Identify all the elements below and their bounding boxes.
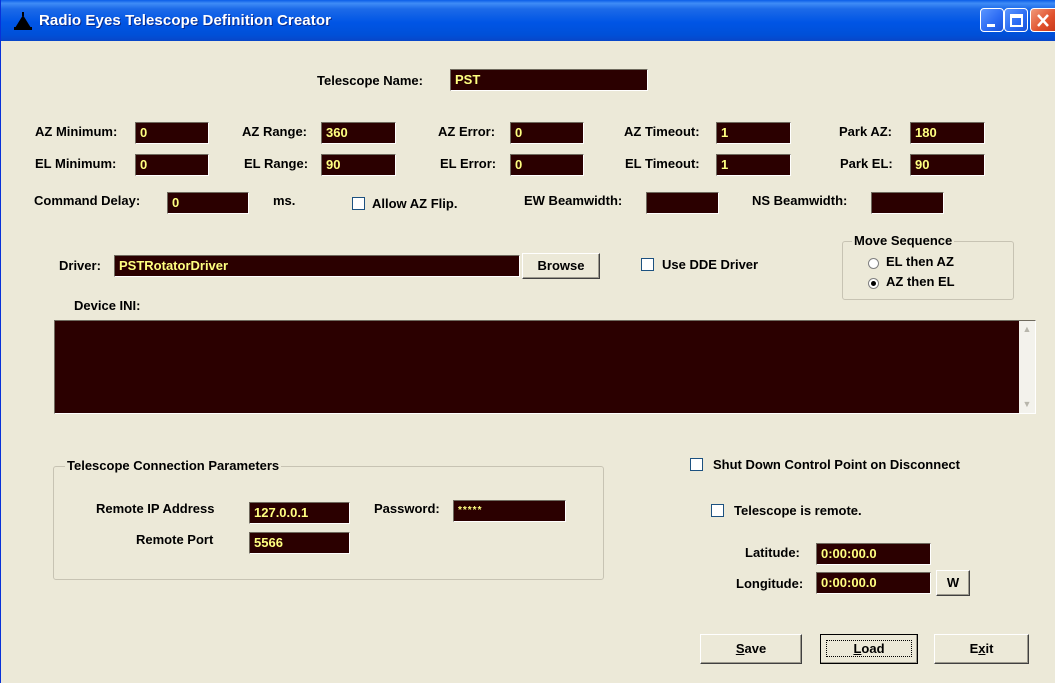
az-range-label: AZ Range: — [242, 124, 307, 139]
telescope-name-label: Telescope Name: — [317, 73, 423, 88]
use-dde-driver-checkbox[interactable] — [641, 258, 654, 271]
password-label: Password: — [374, 501, 440, 516]
allow-az-flip-label[interactable]: Allow AZ Flip. — [372, 196, 457, 212]
az-minimum-label: AZ Minimum: — [35, 124, 118, 139]
el-minimum-label: EL Minimum: — [35, 156, 117, 171]
latitude-label: Latitude: — [745, 545, 800, 560]
remote-ip-field[interactable]: 127.0.0.1 — [249, 502, 350, 524]
remote-port-field[interactable]: 5566 — [249, 532, 350, 554]
load-button[interactable]: Load — [820, 634, 918, 664]
park-az-field[interactable]: 180 — [910, 122, 985, 144]
window-title: Radio Eyes Telescope Definition Creator — [39, 12, 332, 29]
el-timeout-label: EL Timeout: — [625, 156, 700, 171]
telescope-icon — [14, 12, 32, 30]
telescope-remote-label[interactable]: Telescope is remote. — [734, 503, 862, 519]
remote-port-label: Remote Port — [136, 532, 214, 547]
el-then-az-label[interactable]: EL then AZ — [886, 254, 954, 270]
scroll-down-icon[interactable]: ▼ — [1019, 396, 1035, 413]
el-error-label: EL Error: — [440, 156, 497, 171]
load-focus-ring: Load — [826, 640, 912, 657]
longitude-field[interactable]: 0:00:00.0 — [816, 572, 931, 594]
el-then-az-radio[interactable] — [868, 258, 879, 269]
park-el-label: Park EL: — [840, 156, 893, 171]
az-timeout-field[interactable]: 1 — [716, 122, 791, 144]
load-rest: oad — [861, 641, 885, 656]
close-icon — [1037, 14, 1049, 27]
el-range-field[interactable]: 90 — [321, 154, 396, 176]
exit-rest: it — [985, 641, 994, 656]
hemisphere-button[interactable]: W — [936, 570, 970, 596]
el-minimum-field[interactable]: 0 — [135, 154, 209, 176]
device-ini-textarea[interactable]: ▲ ▼ — [54, 320, 1036, 414]
shutdown-label[interactable]: Shut Down Control Point on Disconnect — [713, 457, 960, 473]
az-then-el-label[interactable]: AZ then EL — [886, 274, 955, 290]
device-ini-label: Device INI: — [74, 298, 141, 313]
exit-button[interactable]: Exit — [934, 634, 1029, 664]
exit-pre: E — [969, 641, 979, 656]
command-delay-field[interactable]: 0 — [167, 192, 249, 214]
az-error-label: AZ Error: — [438, 124, 496, 139]
ew-beamwidth-field[interactable] — [646, 192, 719, 214]
shutdown-checkbox[interactable] — [690, 458, 703, 471]
latitude-field[interactable]: 0:00:00.0 — [816, 543, 931, 565]
main-window: Radio Eyes Telescope Definition Creator … — [0, 0, 1055, 683]
longitude-label: Longitude: — [736, 576, 804, 591]
ns-beamwidth-field[interactable] — [871, 192, 944, 214]
browse-button[interactable]: Browse — [522, 253, 600, 279]
use-dde-driver-label[interactable]: Use DDE Driver — [662, 257, 758, 273]
el-timeout-field[interactable]: 1 — [716, 154, 791, 176]
az-timeout-label: AZ Timeout: — [624, 124, 700, 139]
move-sequence-title: Move Sequence — [852, 233, 955, 249]
telescope-name-field[interactable]: PST — [450, 69, 648, 91]
az-range-field[interactable]: 360 — [321, 122, 396, 144]
driver-label: Driver: — [59, 258, 101, 273]
el-range-label: EL Range: — [244, 156, 309, 171]
az-minimum-field[interactable]: 0 — [135, 122, 209, 144]
maximize-icon — [1010, 14, 1023, 27]
minimize-button[interactable] — [980, 8, 1004, 32]
ns-beamwidth-label: NS Beamwidth: — [752, 193, 848, 208]
title-bar[interactable]: Radio Eyes Telescope Definition Creator — [1, 0, 1055, 41]
connection-group-title: Telescope Connection Parameters — [65, 458, 282, 474]
driver-field[interactable]: PSTRotatorDriver — [114, 255, 520, 277]
save-button[interactable]: Save — [700, 634, 802, 664]
close-button[interactable] — [1030, 8, 1055, 32]
az-then-el-radio[interactable] — [868, 278, 879, 289]
park-az-label: Park AZ: — [839, 124, 892, 139]
command-delay-label: Command Delay: — [34, 193, 141, 208]
scroll-up-icon[interactable]: ▲ — [1019, 321, 1035, 338]
device-ini-scrollbar[interactable]: ▲ ▼ — [1019, 321, 1035, 413]
move-sequence-group — [842, 241, 1014, 300]
telescope-remote-checkbox[interactable] — [711, 504, 724, 517]
remote-ip-label: Remote IP Address — [96, 501, 215, 516]
save-rest: ave — [744, 641, 767, 656]
command-delay-unit: ms. — [273, 193, 296, 208]
minimize-icon — [987, 24, 995, 27]
allow-az-flip-checkbox[interactable] — [352, 197, 365, 210]
maximize-button[interactable] — [1004, 8, 1028, 32]
az-error-field[interactable]: 0 — [510, 122, 584, 144]
ew-beamwidth-label: EW Beamwidth: — [524, 193, 623, 208]
password-field[interactable]: ***** — [453, 500, 566, 522]
park-el-field[interactable]: 90 — [910, 154, 985, 176]
el-error-field[interactable]: 0 — [510, 154, 584, 176]
